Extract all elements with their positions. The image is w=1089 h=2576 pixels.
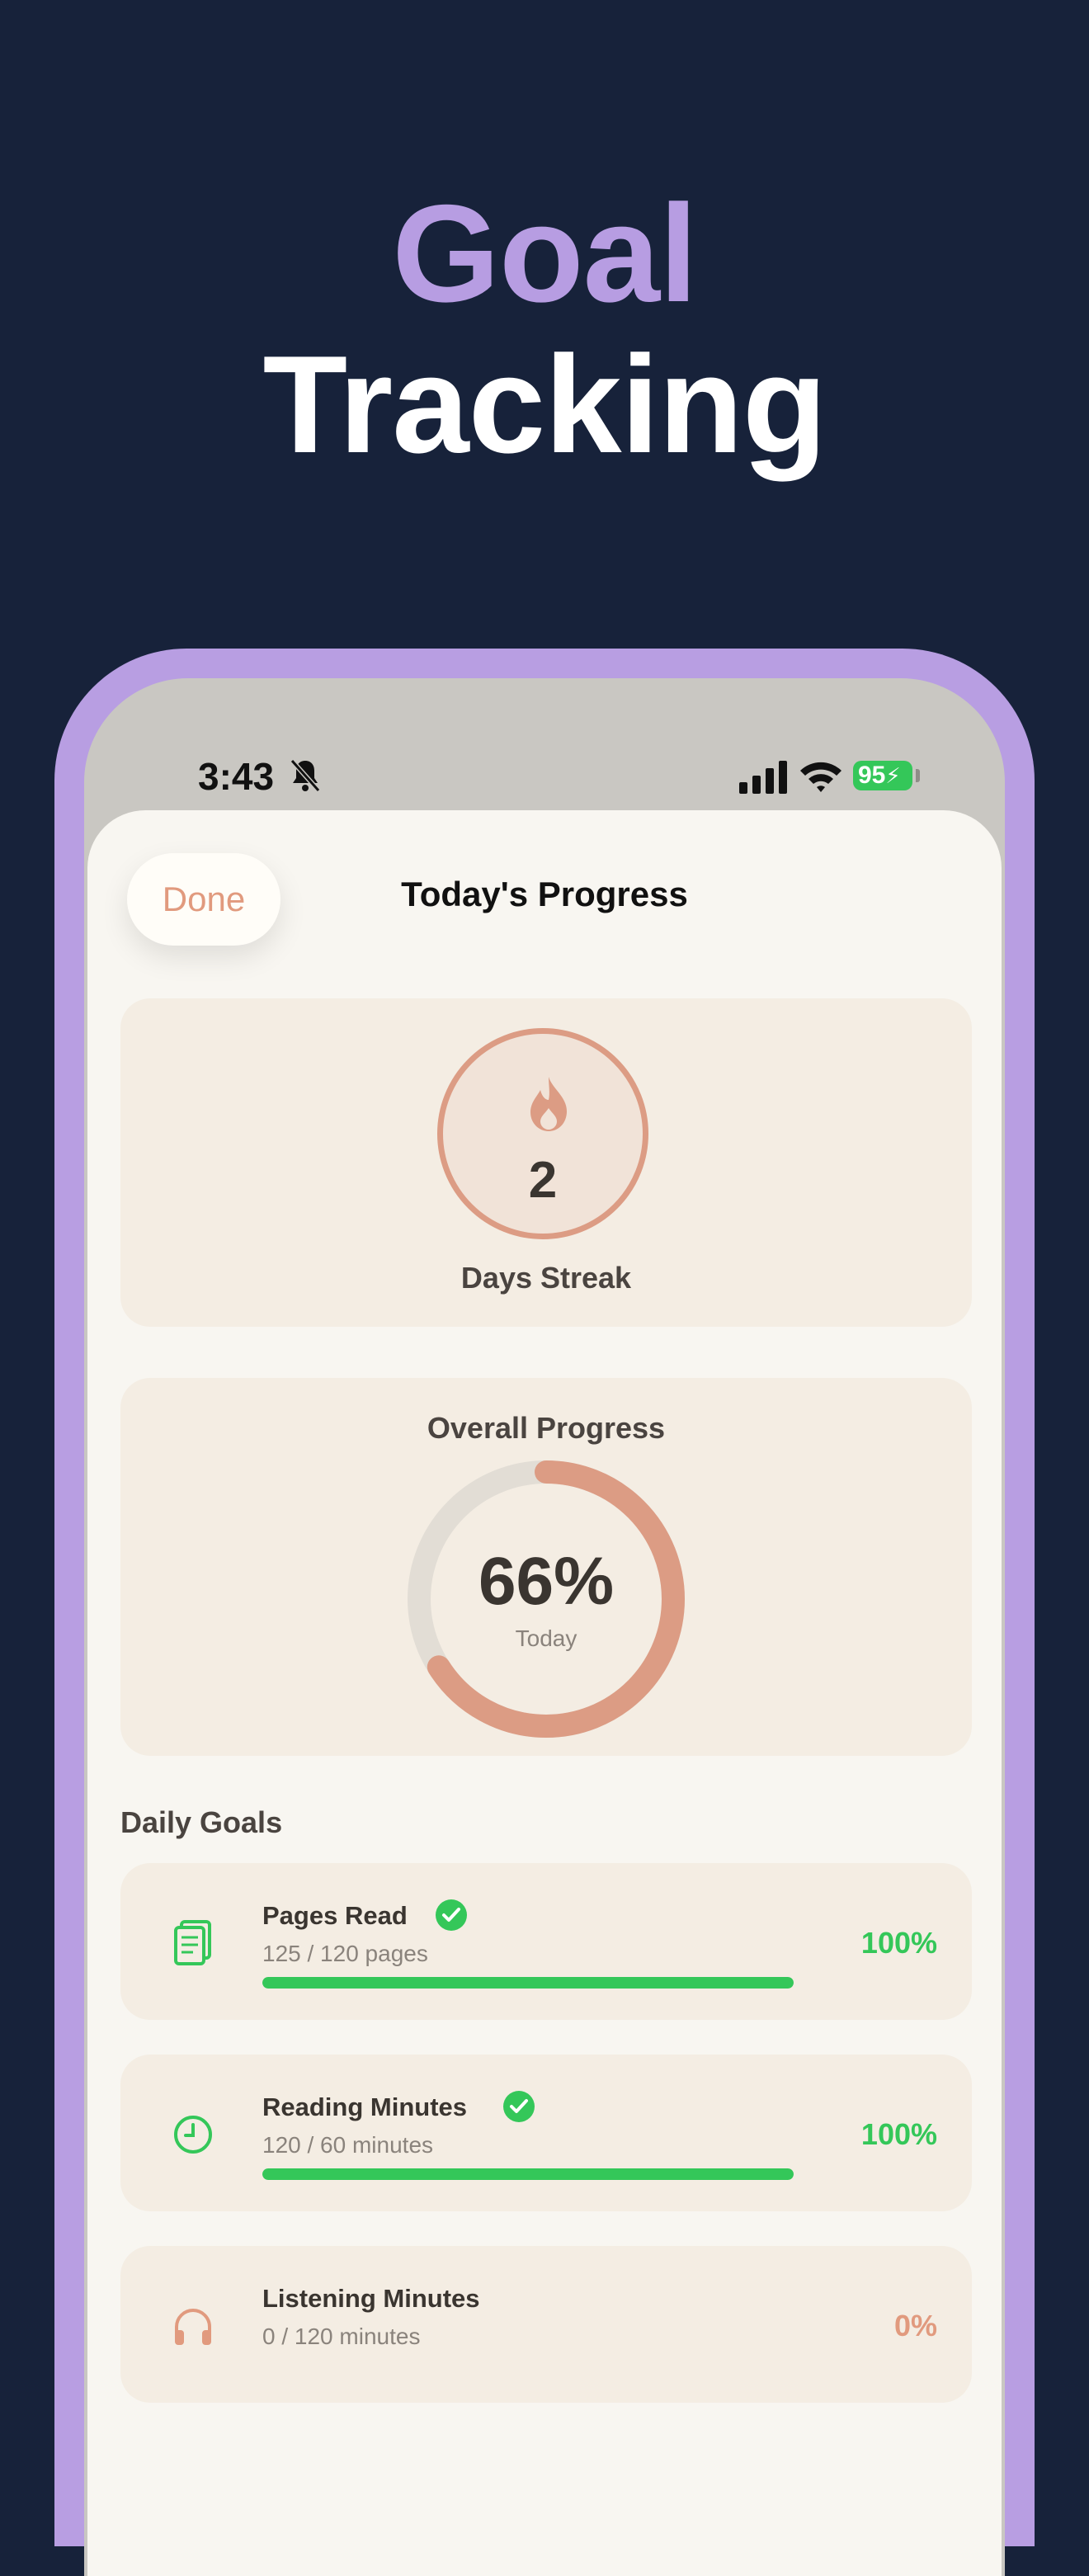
book-pages-icon: [174, 1920, 211, 1965]
goal-progress-fill: [262, 2168, 794, 2180]
cellular-signal-icon: [739, 761, 787, 794]
streak-count: 2: [528, 1152, 558, 1209]
goal-progress-bar: [262, 2168, 794, 2180]
headphones-icon: [175, 2309, 211, 2345]
phone-frame: 3:43 95⚡ Done Today's Progress 2 Days St…: [54, 649, 1035, 2576]
status-time: 3:43: [198, 755, 275, 798]
headline-tracking: Tracking: [262, 327, 827, 482]
goal-percent: 100%: [860, 2117, 937, 2151]
streak-card: 2 Days Streak: [120, 998, 972, 1327]
goal-progress-bar: [262, 1977, 794, 1989]
goal-progress-fill: [262, 1977, 794, 1989]
bell-slash-icon: [290, 759, 321, 792]
goal-detail: 0 / 120 minutes: [262, 2324, 421, 2349]
headline-goal: Goal: [392, 176, 697, 331]
progress-sheet: Done Today's Progress 2 Days Streak Over…: [87, 810, 1002, 2576]
goal-card-pages-read[interactable]: Pages Read 125 / 120 pages 100%: [120, 1863, 972, 2020]
goal-name: Reading Minutes: [262, 2092, 468, 2121]
battery-tip: [916, 769, 920, 782]
sheet-title: Today's Progress: [401, 875, 688, 913]
goal-card-reading-minutes[interactable]: Reading Minutes 120 / 60 minutes 100%: [120, 2055, 972, 2211]
wifi-icon: [800, 762, 842, 792]
overall-progress-card: Overall Progress 66% Today: [120, 1378, 972, 1756]
checkmark-icon: [503, 2091, 535, 2122]
phone-screen: 3:43 95⚡ Done Today's Progress 2 Days St…: [84, 678, 1005, 2576]
overall-percent: 66%: [478, 1544, 615, 1619]
flame-icon: [530, 1077, 567, 1131]
goal-percent: 100%: [860, 1926, 937, 1960]
overall-progress-title: Overall Progress: [427, 1411, 666, 1445]
battery-level: 95: [858, 762, 886, 789]
goal-percent: 0%: [893, 2309, 937, 2342]
status-bar: 3:43 95⚡: [84, 678, 1005, 810]
streak-badge: 2: [437, 1028, 648, 1239]
checkmark-icon: [436, 1899, 467, 1931]
goal-name: Pages Read: [262, 1901, 408, 1930]
goal-detail: 120 / 60 minutes: [262, 2132, 434, 2158]
streak-label: Days Streak: [460, 1261, 632, 1295]
battery-indicator: 95⚡: [853, 761, 912, 790]
overall-subtitle: Today: [515, 1625, 578, 1651]
charging-bolt-icon: ⚡: [885, 763, 901, 788]
goal-detail: 125 / 120 pages: [262, 1941, 428, 1966]
daily-goals-heading: Daily Goals: [120, 1805, 283, 1839]
goal-card-listening-minutes[interactable]: Listening Minutes 0 / 120 minutes 0%: [120, 2246, 972, 2403]
clock-icon: [174, 2116, 212, 2154]
goal-name: Listening Minutes: [262, 2284, 480, 2313]
